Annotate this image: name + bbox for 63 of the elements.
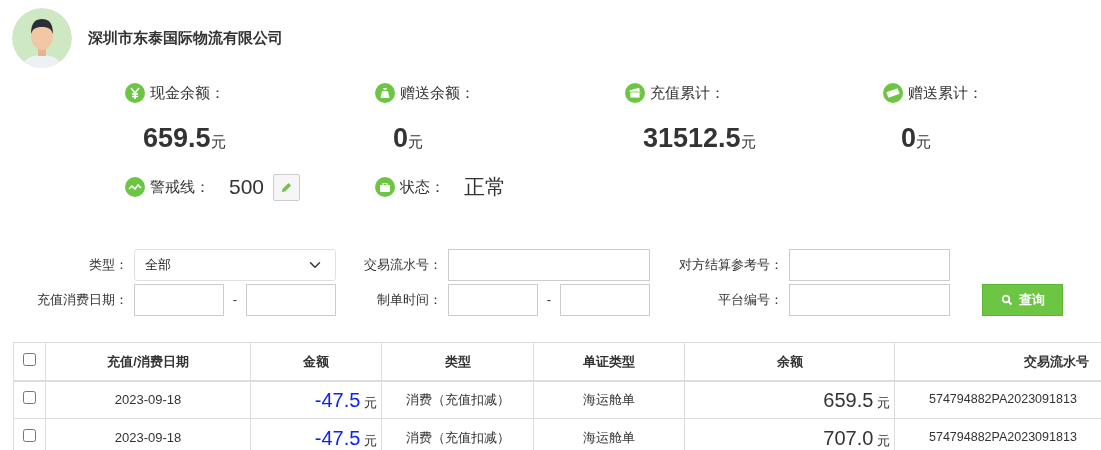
briefcase-icon bbox=[375, 177, 395, 197]
line-chart-icon bbox=[125, 177, 145, 197]
stat-value: 0 bbox=[901, 122, 917, 155]
table-cell: 2023-09-18 bbox=[45, 380, 251, 419]
banknote-icon bbox=[883, 83, 903, 103]
balance-value: 707.0 bbox=[823, 426, 874, 449]
unit-label: 元 bbox=[210, 132, 226, 152]
select-all-checkbox[interactable] bbox=[23, 352, 36, 366]
company-name: 深圳市东泰国际物流有限公司 bbox=[88, 27, 283, 48]
stat-value: 0 bbox=[393, 122, 409, 155]
money-bag-icon bbox=[375, 83, 395, 103]
status-label: 状态： bbox=[400, 176, 445, 197]
unit-label: 元 bbox=[364, 394, 377, 410]
table-cell: 消费（充值扣减） bbox=[381, 380, 534, 419]
status-value: 正常 bbox=[464, 174, 506, 201]
amount-value: -47.5 bbox=[314, 426, 361, 449]
avatar bbox=[12, 8, 72, 68]
filter-label: 充值消费日期： bbox=[36, 291, 128, 310]
stat-value: 659.5 bbox=[143, 122, 211, 155]
unit-label: 元 bbox=[408, 132, 424, 152]
column-header: 金额 bbox=[250, 342, 382, 381]
unit-label: 元 bbox=[364, 432, 377, 448]
filter-label: 类型： bbox=[88, 256, 128, 275]
yen-icon bbox=[125, 83, 145, 103]
alert-line-label: 警戒线： bbox=[150, 176, 210, 197]
column-header: 单证类型 bbox=[533, 342, 685, 381]
stat-label: 赠送累计： bbox=[908, 82, 983, 103]
stat-label: 赠送余额： bbox=[400, 82, 475, 103]
filter-label: 平台编号： bbox=[717, 291, 783, 310]
date-start-field[interactable] bbox=[448, 284, 538, 316]
input-field[interactable] bbox=[448, 249, 650, 281]
edit-button[interactable] bbox=[273, 173, 301, 201]
column-header: 充值/消费日期 bbox=[45, 342, 251, 381]
column-header: 交易流水号 bbox=[894, 342, 1101, 381]
filter-label: 交易流水号： bbox=[363, 256, 442, 275]
balance-value: 659.5 bbox=[823, 388, 874, 411]
stat-label: 现金余额： bbox=[150, 82, 225, 103]
cash-stack-icon bbox=[625, 83, 645, 103]
input-field[interactable] bbox=[789, 284, 950, 316]
date-end-field[interactable] bbox=[560, 284, 650, 316]
range-separator: - bbox=[231, 291, 239, 310]
pencil-icon bbox=[280, 181, 293, 193]
type-select[interactable]: 全部 bbox=[134, 249, 336, 281]
amount-value: -47.5 bbox=[314, 388, 361, 411]
search-icon bbox=[1000, 294, 1013, 306]
stat-label: 充值累计： bbox=[650, 82, 725, 103]
column-header: 余额 bbox=[684, 342, 895, 381]
filter-label: 制单时间： bbox=[376, 291, 442, 310]
unit-label: 元 bbox=[877, 432, 890, 448]
unit-label: 元 bbox=[916, 132, 932, 152]
alert-line-value: 500 bbox=[229, 174, 265, 201]
table-cell: 海运舱单 bbox=[533, 380, 685, 419]
range-separator: - bbox=[545, 291, 553, 310]
unit-label: 元 bbox=[740, 132, 756, 152]
input-field[interactable] bbox=[789, 249, 950, 281]
unit-label: 元 bbox=[877, 394, 890, 410]
date-start-field[interactable] bbox=[134, 284, 224, 316]
filter-label: 对方结算参考号： bbox=[678, 256, 783, 275]
stat-value: 31512.5 bbox=[643, 122, 741, 155]
column-header: 类型 bbox=[381, 342, 534, 381]
row-checkbox[interactable] bbox=[23, 391, 36, 404]
row-checkbox[interactable] bbox=[23, 428, 36, 442]
date-end-field[interactable] bbox=[246, 284, 336, 316]
